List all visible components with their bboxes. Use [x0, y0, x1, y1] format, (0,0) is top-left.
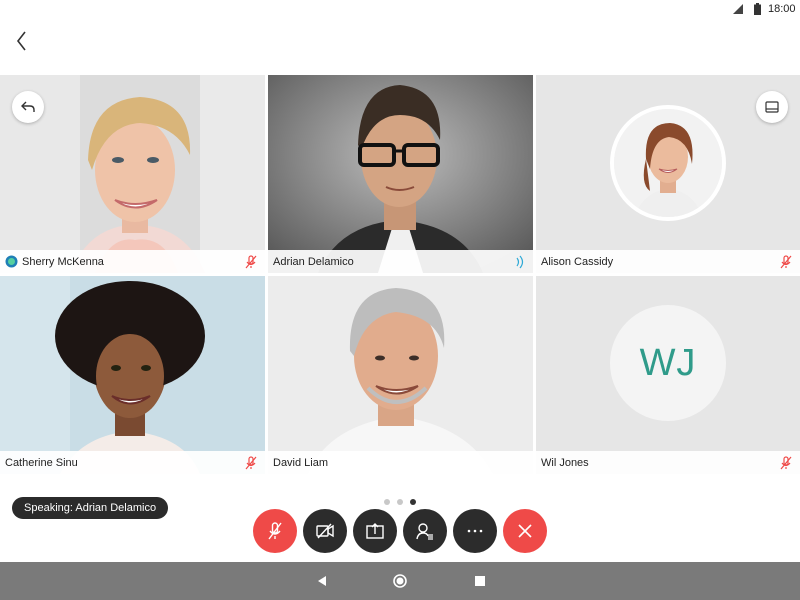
undo-arrow-icon: [21, 101, 35, 112]
nav-recents-icon[interactable]: [472, 573, 488, 589]
participant-tile-david[interactable]: David Liam: [268, 276, 533, 474]
system-nav-bar: [0, 562, 800, 600]
participants-button[interactable]: [403, 509, 447, 553]
participant-tile-catherine[interactable]: Catherine Sinu: [0, 276, 265, 474]
participant-name: David Liam: [273, 456, 329, 469]
avatar-initials: WJ: [639, 341, 697, 384]
participant-name: Alison Cassidy: [541, 255, 614, 268]
participant-namebar: Alison Cassidy: [536, 250, 800, 273]
back-arrow-icon[interactable]: [10, 28, 34, 54]
return-button[interactable]: [12, 91, 44, 123]
mic-muted-icon: [245, 455, 257, 469]
speaking-icon: [516, 255, 524, 268]
nav-back-icon[interactable]: [314, 573, 330, 589]
end-call-button[interactable]: [503, 509, 547, 553]
share-button[interactable]: [353, 509, 397, 553]
participant-name: Adrian Delamico: [273, 255, 354, 268]
status-time: 18:00: [768, 3, 796, 15]
mute-button[interactable]: [253, 509, 297, 553]
page-dot[interactable]: [384, 499, 390, 505]
participant-name: Sherry McKenna: [22, 255, 104, 268]
participant-tile-alison[interactable]: Alison Cassidy: [536, 75, 800, 273]
participant-avatar-wil: WJ: [610, 305, 726, 421]
participant-video-catherine: [0, 276, 265, 474]
page-dot[interactable]: [397, 499, 403, 505]
participant-namebar: David Liam: [268, 451, 533, 474]
participant-name: Wil Jones: [541, 456, 589, 469]
close-icon: [518, 524, 532, 538]
call-screen: 18:00 Sherry McKenna Adrian Delamico Ali…: [0, 0, 800, 600]
video-button[interactable]: [303, 509, 347, 553]
status-bar: 18:00: [0, 0, 800, 20]
participant-video-david: [268, 276, 533, 474]
speaking-banner: Speaking: Adrian Delamico: [12, 497, 169, 519]
participant-tile-adrian[interactable]: Adrian Delamico: [268, 75, 533, 273]
participant-namebar: Sherry McKenna: [0, 250, 265, 273]
share-icon: [366, 523, 384, 539]
layout-button[interactable]: [756, 91, 788, 123]
participant-name: Catherine Sinu: [5, 456, 78, 469]
layout-icon: [765, 101, 779, 113]
participant-avatar-alison: [610, 105, 726, 221]
nav-home-icon[interactable]: [392, 573, 408, 589]
participant-namebar: Catherine Sinu: [0, 451, 265, 474]
mic-off-icon: [268, 522, 282, 540]
more-button[interactable]: [453, 509, 497, 553]
battery-icon: [754, 3, 761, 15]
avatar-photo: [614, 109, 722, 217]
participant-video-adrian: [268, 75, 533, 273]
participant-tile-sherry[interactable]: Sherry McKenna: [0, 75, 265, 273]
mic-muted-icon: [245, 254, 257, 268]
mic-muted-icon: [780, 254, 792, 268]
signal-icon: [733, 4, 743, 14]
page-dot-current[interactable]: [410, 499, 416, 505]
participant-namebar: Wil Jones: [536, 451, 800, 474]
more-icon: [467, 529, 483, 533]
video-off-icon: [316, 523, 334, 539]
page-indicator: [384, 499, 416, 505]
participants-icon: [416, 523, 433, 540]
participant-namebar: Adrian Delamico: [268, 250, 533, 273]
participant-tile-wil[interactable]: WJ Wil Jones: [536, 276, 800, 474]
mic-muted-icon: [780, 455, 792, 469]
presenter-icon: [5, 255, 18, 268]
